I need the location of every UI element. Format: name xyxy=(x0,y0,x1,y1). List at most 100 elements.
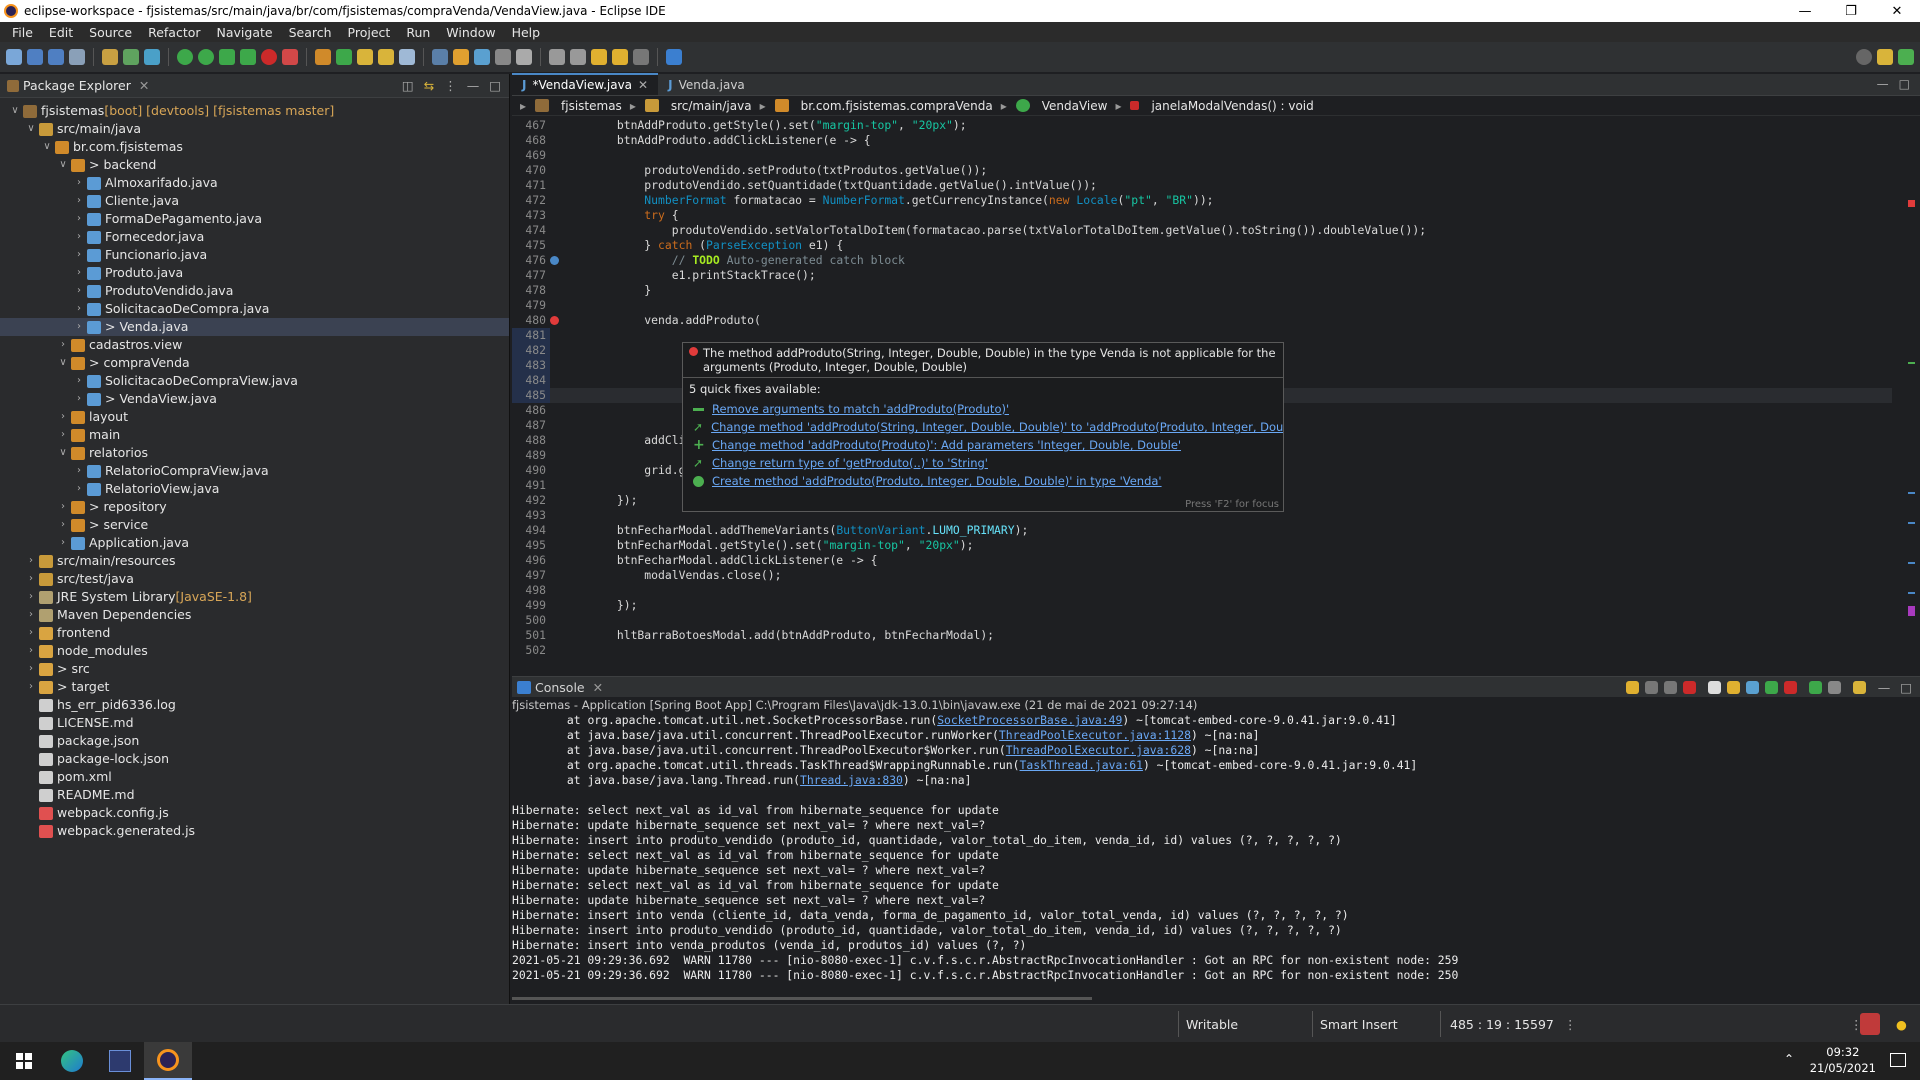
chevron-right-icon[interactable]: › xyxy=(72,462,86,480)
highlight-icon[interactable] xyxy=(453,49,469,65)
gutter[interactable] xyxy=(550,643,560,658)
quick-fix-link[interactable]: Change method 'addProduto(Produto)': Add… xyxy=(712,438,1181,452)
chevron-right-icon[interactable]: › xyxy=(72,390,86,408)
new-java-package-icon[interactable] xyxy=(315,49,331,65)
code-line[interactable]: 468 btnAddProduto.addClickListener(e -> … xyxy=(512,133,1892,148)
gutter[interactable] xyxy=(550,148,560,163)
debug-icon[interactable] xyxy=(177,49,193,65)
chevron-up-icon[interactable]: ⌃ xyxy=(1784,1052,1794,1066)
quick-fix-link[interactable]: Change method 'addProduto(String, Intege… xyxy=(711,420,1283,434)
code-line[interactable]: 476 // TODO Auto-generated catch block xyxy=(512,253,1892,268)
gutter[interactable] xyxy=(550,223,560,238)
code-line[interactable]: 472 NumberFormat formatacao = NumberForm… xyxy=(512,193,1892,208)
app-icon[interactable] xyxy=(96,1042,144,1080)
code-line[interactable]: 501 hltBarraBotoesModal.add(btnAddProdut… xyxy=(512,628,1892,643)
maximize-icon[interactable]: □ xyxy=(1900,680,1912,695)
menu-window[interactable]: Window xyxy=(446,25,495,40)
forward-icon[interactable] xyxy=(633,49,649,65)
gutter[interactable] xyxy=(550,553,560,568)
menu-navigate[interactable]: Navigate xyxy=(217,25,273,40)
chevron-right-icon[interactable]: › xyxy=(24,678,38,696)
tree-item[interactable]: › Produto.java xyxy=(0,264,509,282)
overview-ruler[interactable] xyxy=(1908,122,1916,672)
open-task-icon[interactable] xyxy=(378,49,394,65)
chevron-right-icon[interactable]: › xyxy=(72,174,86,192)
menu-run[interactable]: Run xyxy=(406,25,430,40)
tree-item[interactable]: › layout xyxy=(0,408,509,426)
notification-bell-icon[interactable] xyxy=(1860,1013,1880,1035)
stack-trace-link[interactable]: SocketProcessorBase.java:49 xyxy=(937,713,1122,727)
show-on-stdout-icon[interactable] xyxy=(1764,680,1778,694)
gutter[interactable] xyxy=(550,388,560,403)
close-icon[interactable]: ✕ xyxy=(139,78,149,93)
chevron-right-icon[interactable]: › xyxy=(56,426,70,444)
chevron-down-icon[interactable]: ∨ xyxy=(40,138,54,156)
gutter[interactable] xyxy=(550,298,560,313)
tree-item[interactable]: ∨ > backend xyxy=(0,156,509,174)
breadcrumb-project[interactable]: fjsistemas xyxy=(561,99,622,113)
external-tools-icon[interactable] xyxy=(240,49,256,65)
horizontal-scrollbar[interactable] xyxy=(512,997,1092,1000)
chevron-right-icon[interactable]: › xyxy=(72,372,86,390)
view-menu-icon[interactable]: ⋮ xyxy=(444,78,457,93)
toggle-mark-occurrences-icon[interactable] xyxy=(432,49,448,65)
code-line[interactable]: 469 xyxy=(512,148,1892,163)
code-line[interactable]: 479 xyxy=(512,298,1892,313)
code-line[interactable]: 494 btnFecharModal.addThemeVariants(Butt… xyxy=(512,523,1892,538)
chevron-right-icon[interactable]: › xyxy=(24,660,38,678)
tree-item[interactable]: › cadastros.view xyxy=(0,336,509,354)
code-line[interactable]: 478 } xyxy=(512,283,1892,298)
gutter[interactable] xyxy=(550,343,560,358)
display-console-icon[interactable] xyxy=(1827,680,1841,694)
code-line[interactable]: 502 xyxy=(512,643,1892,658)
tree-item[interactable]: pom.xml xyxy=(0,768,509,786)
chevron-right-icon[interactable]: › xyxy=(72,300,86,318)
quick-fix-item[interactable]: Create method 'addProduto(Produto, Integ… xyxy=(683,472,1283,490)
open-type-icon[interactable] xyxy=(357,49,373,65)
tree-item[interactable]: › src/main/resources xyxy=(0,552,509,570)
maximize-icon[interactable]: ❐ xyxy=(1828,4,1874,19)
gutter[interactable] xyxy=(550,328,560,343)
tree-item[interactable]: › SolicitacaoDeCompraView.java xyxy=(0,372,509,390)
minimize-icon[interactable]: — xyxy=(467,78,480,93)
breadcrumb-source-folder[interactable]: src/main/java xyxy=(671,99,752,113)
chevron-right-icon[interactable]: › xyxy=(24,570,38,588)
maximize-icon[interactable]: □ xyxy=(489,78,501,93)
pin-console-icon[interactable] xyxy=(1808,680,1822,694)
code-line[interactable]: 473 try { xyxy=(512,208,1892,223)
stack-trace-link[interactable]: ThreadPoolExecutor.java:628 xyxy=(1006,743,1191,757)
chevron-right-icon[interactable]: › xyxy=(24,552,38,570)
tree-item[interactable]: webpack.generated.js xyxy=(0,822,509,840)
tree-item[interactable]: › Cliente.java xyxy=(0,192,509,210)
breadcrumb-class[interactable]: VendaView xyxy=(1042,99,1108,113)
chevron-right-icon[interactable]: › xyxy=(24,606,38,624)
menu-project[interactable]: Project xyxy=(348,25,391,40)
gutter[interactable] xyxy=(550,118,560,133)
gutter[interactable] xyxy=(550,268,560,283)
tree-item[interactable]: › JRE System Library [JavaSE-1.8] xyxy=(0,588,509,606)
quick-fix-item[interactable]: ➚ Change return type of 'getProduto(..)'… xyxy=(683,454,1283,472)
gutter[interactable] xyxy=(550,598,560,613)
tree-item[interactable]: › > target xyxy=(0,678,509,696)
tree-item[interactable]: › Funcionario.java xyxy=(0,246,509,264)
collapse-all-icon[interactable]: ◫ xyxy=(402,78,414,93)
tree-item[interactable]: › Almoxarifado.java xyxy=(0,174,509,192)
menu-source[interactable]: Source xyxy=(89,25,132,40)
build-icon[interactable] xyxy=(102,49,118,65)
tree-item[interactable]: › frontend xyxy=(0,624,509,642)
chevron-right-icon[interactable]: › xyxy=(56,534,70,552)
chevron-right-icon[interactable]: › xyxy=(72,282,86,300)
stop-icon[interactable] xyxy=(261,49,277,65)
run-icon[interactable] xyxy=(198,49,214,65)
tree-item[interactable]: › RelatorioCompraView.java xyxy=(0,462,509,480)
tree-item[interactable]: › Maven Dependencies xyxy=(0,606,509,624)
quick-fix-link[interactable]: Remove arguments to match 'addProduto(Pr… xyxy=(712,402,1009,416)
gutter[interactable] xyxy=(550,373,560,388)
chevron-right-icon[interactable]: › xyxy=(56,498,70,516)
system-clock[interactable]: 09:32 21/05/2021 xyxy=(1810,1044,1876,1076)
show-on-stderr-icon[interactable] xyxy=(1783,680,1797,694)
chevron-right-icon[interactable]: › xyxy=(72,228,86,246)
gutter[interactable] xyxy=(550,418,560,433)
code-line[interactable]: 481 xyxy=(512,328,1892,343)
code-line[interactable]: 477 e1.printStackTrace(); xyxy=(512,268,1892,283)
